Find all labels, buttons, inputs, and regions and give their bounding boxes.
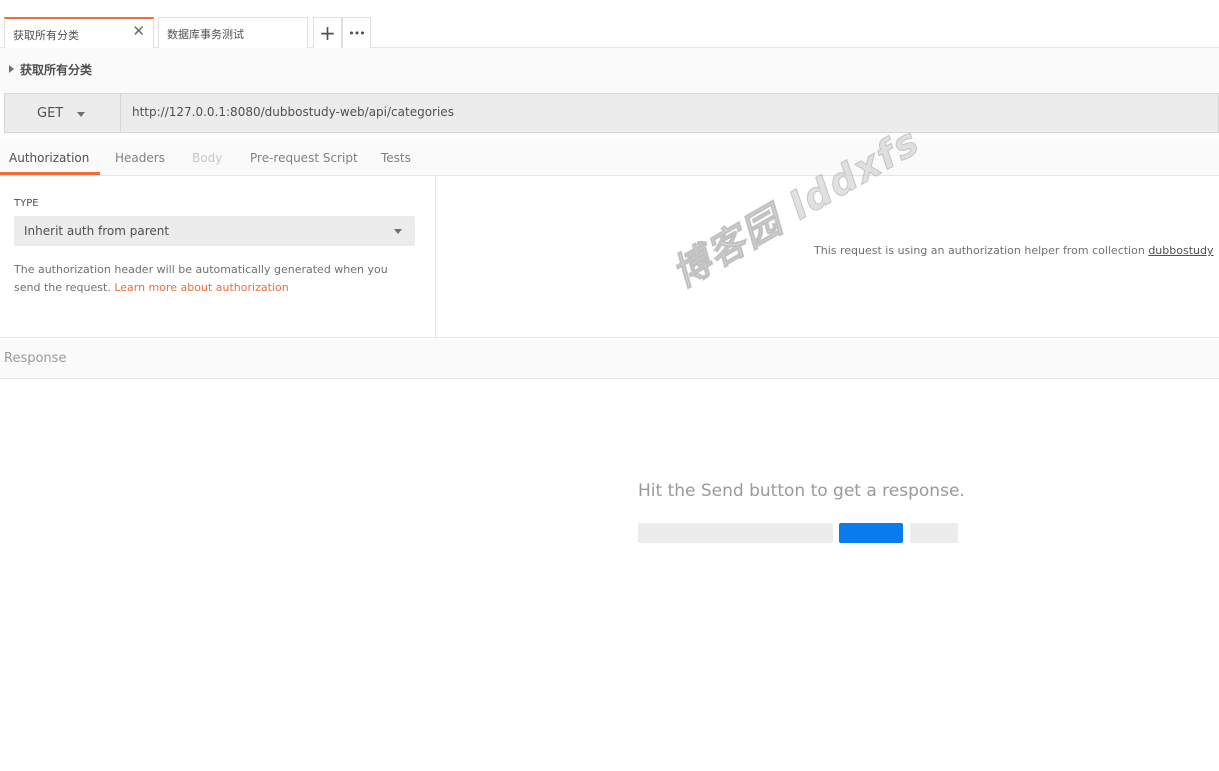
new-tab-button[interactable]: + bbox=[313, 17, 342, 48]
chevron-down-icon bbox=[394, 229, 402, 234]
tab-db-transaction-test[interactable]: 数据库事务测试 bbox=[158, 17, 308, 48]
tab-strip: 获取所有分类 ✕ 数据库事务测试 + ••• bbox=[0, 0, 1219, 48]
authorization-pane: TYPE Inherit auth from parent The author… bbox=[0, 176, 1219, 338]
method-label: GET bbox=[37, 106, 64, 121]
chevron-down-icon bbox=[77, 112, 85, 117]
active-tab-indicator bbox=[0, 172, 100, 175]
url-bar: GET http://127.0.0.1:8080/dubbostudy-web… bbox=[4, 93, 1219, 133]
placeholder-send-bar bbox=[839, 523, 903, 543]
more-tabs-button[interactable]: ••• bbox=[342, 17, 371, 48]
tab-label: 数据库事务测试 bbox=[167, 28, 244, 41]
auth-settings-panel: TYPE Inherit auth from parent The author… bbox=[0, 176, 436, 337]
url-input[interactable]: http://127.0.0.1:8080/dubbostudy-web/api… bbox=[132, 105, 454, 119]
tab-body[interactable]: Body bbox=[192, 151, 222, 165]
response-header: Response bbox=[0, 339, 1219, 379]
auth-helper-message: This request is using an authorization h… bbox=[814, 244, 1213, 257]
tab-pre-request-script[interactable]: Pre-request Script bbox=[250, 151, 358, 165]
placeholder-bar bbox=[638, 523, 833, 543]
auth-type-value: Inherit auth from parent bbox=[24, 224, 170, 238]
tab-headers[interactable]: Headers bbox=[115, 151, 165, 165]
ellipsis-icon: ••• bbox=[348, 26, 365, 40]
response-body: Hit the Send button to get a response. bbox=[0, 380, 1219, 771]
helper-text: This request is using an authorization h… bbox=[814, 244, 1145, 257]
plus-icon: + bbox=[319, 21, 336, 45]
auth-description: The authorization header will be automat… bbox=[14, 261, 409, 297]
request-subtabs: Authorization Headers Body Pre-request S… bbox=[0, 138, 1219, 176]
tab-get-all-categories[interactable]: 获取所有分类 ✕ bbox=[4, 17, 154, 48]
type-label: TYPE bbox=[14, 198, 39, 209]
method-select[interactable]: GET bbox=[5, 94, 121, 132]
postman-window: 获取所有分类 ✕ 数据库事务测试 + ••• 获取所有分类 GET http:/… bbox=[0, 0, 1219, 771]
close-icon[interactable]: ✕ bbox=[132, 24, 145, 39]
request-name-row: 获取所有分类 bbox=[0, 48, 1219, 92]
collection-link[interactable]: dubbostudy bbox=[1148, 244, 1213, 257]
send-hint: Hit the Send button to get a response. bbox=[638, 481, 965, 501]
request-title[interactable]: 获取所有分类 bbox=[20, 61, 92, 78]
expand-caret-icon[interactable] bbox=[9, 65, 14, 73]
tab-authorization[interactable]: Authorization bbox=[9, 151, 89, 165]
auth-type-select[interactable]: Inherit auth from parent bbox=[14, 216, 415, 246]
tab-label: 获取所有分类 bbox=[13, 29, 79, 42]
placeholder-bar bbox=[910, 523, 958, 543]
response-title: Response bbox=[4, 351, 67, 366]
tab-tests[interactable]: Tests bbox=[381, 151, 411, 165]
learn-more-link[interactable]: Learn more about authorization bbox=[114, 281, 288, 294]
